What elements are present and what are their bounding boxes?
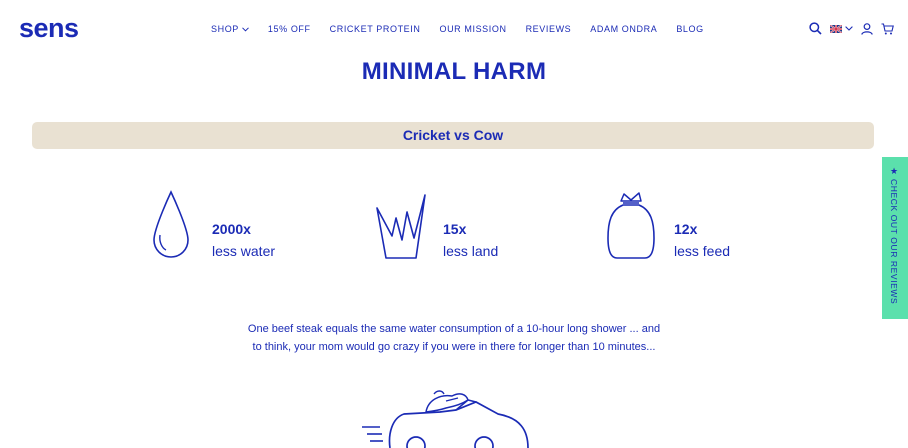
nav-our-mission[interactable]: OUR MISSION — [439, 24, 506, 34]
language-selector[interactable] — [830, 24, 853, 33]
nav-adam-ondra[interactable]: ADAM ONDRA — [590, 24, 657, 34]
check-out-reviews-label: CHECK OUT OUR REVIEWS — [889, 179, 899, 305]
nav-15-off-label: 15% OFF — [267, 24, 311, 34]
water-drop-icon — [153, 190, 189, 258]
site-header: sens SHOP 15% OFF CRICKET PROTEIN OUR MI… — [0, 0, 908, 60]
land-icon — [376, 194, 426, 259]
stat-value: 2000x — [212, 221, 251, 237]
nav-shop-label: SHOP — [211, 24, 239, 34]
nav-adam-ondra-label: ADAM ONDRA — [590, 24, 658, 34]
main-nav: SHOP 15% OFF CRICKET PROTEIN OUR MISSION… — [211, 24, 723, 34]
nav-cricket-protein-label: CRICKET PROTEIN — [329, 24, 421, 34]
search-icon[interactable] — [809, 22, 822, 35]
stat-label: less land — [443, 243, 499, 259]
user-icon[interactable] — [861, 22, 873, 35]
header-icons — [809, 22, 894, 35]
nav-blog-label: BLOG — [676, 24, 704, 34]
chevron-down-icon — [242, 26, 249, 32]
feed-bag-icon — [607, 192, 655, 259]
nav-15-off[interactable]: 15% OFF — [268, 24, 311, 34]
uk-flag-icon — [830, 24, 842, 33]
logo[interactable]: sens — [19, 13, 79, 44]
page-title: MINIMAL HARM — [361, 58, 547, 85]
nav-shop[interactable]: SHOP — [211, 24, 249, 34]
check-out-reviews-tab[interactable]: ★ CHECK OUT OUR REVIEWS — [882, 157, 908, 319]
stat-value: 12x — [674, 221, 698, 237]
cart-icon[interactable] — [881, 22, 894, 35]
water-fact-text: One beef steak equals the same water con… — [0, 320, 908, 356]
nav-our-mission-label: OUR MISSION — [439, 24, 507, 34]
chevron-down-icon — [845, 26, 853, 31]
stat-label: less water — [212, 243, 276, 259]
nav-blog[interactable]: BLOG — [676, 24, 703, 34]
stat-value: 15x — [443, 221, 467, 237]
water-fact-line: One beef steak equals the same water con… — [247, 323, 661, 335]
nav-cricket-protein[interactable]: CRICKET PROTEIN — [330, 24, 421, 34]
comparison-banner: Cricket vs Cow — [32, 122, 874, 149]
nav-reviews-label: REVIEWS — [525, 24, 572, 34]
water-fact-line: to think, your mom would go crazy if you… — [252, 341, 656, 353]
star-icon: ★ — [890, 166, 899, 176]
nav-reviews[interactable]: REVIEWS — [526, 24, 572, 34]
stat-label: less feed — [674, 243, 731, 259]
cow-driving-car-illustration — [362, 390, 529, 448]
